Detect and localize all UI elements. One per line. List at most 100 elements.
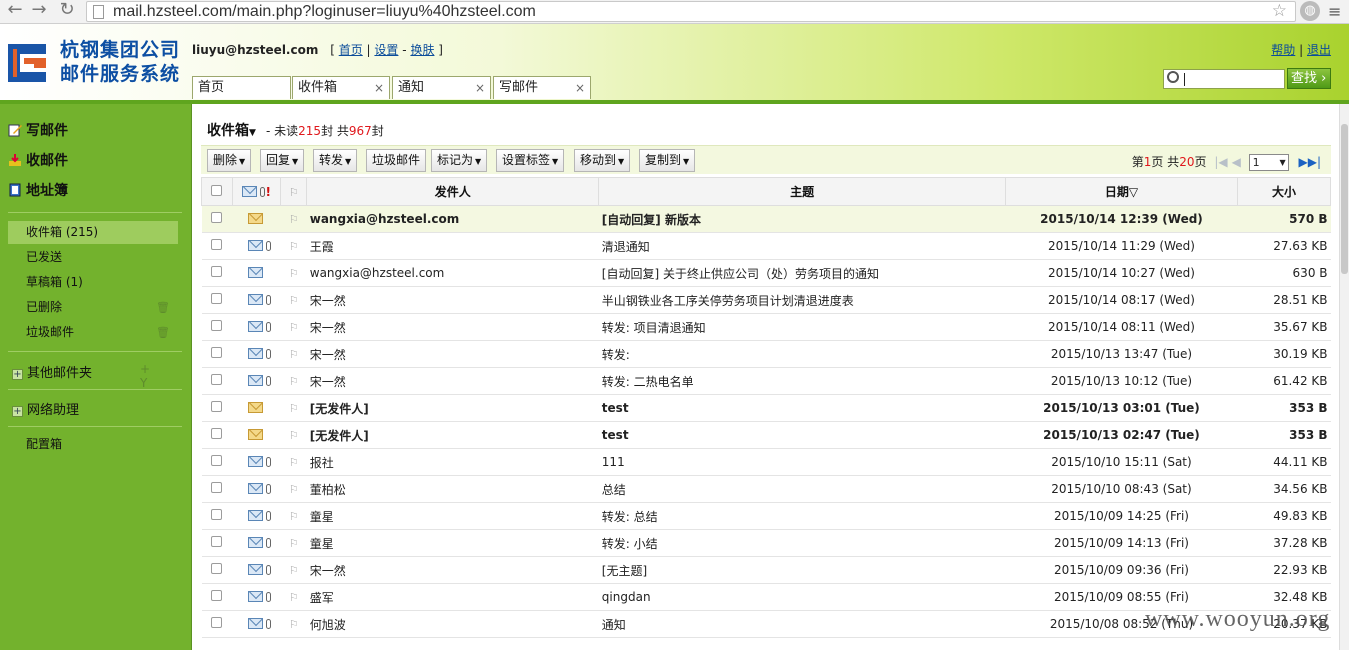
tab-notice[interactable]: 通知 × [392, 76, 491, 99]
row-subject[interactable]: 总结 [598, 475, 1006, 503]
status-header[interactable]: ! [231, 177, 282, 206]
move-to-button[interactable]: 移动到 ▼ [574, 149, 631, 172]
sender-header[interactable]: 发件人 [306, 177, 600, 206]
mail-row[interactable]: ⚐ 宋一然 转发: 2015/10/13 13:47 (Tue) 30.19 KB [201, 340, 1331, 368]
flag-icon[interactable]: ⚐ [289, 375, 299, 388]
set-tag-button[interactable]: 设置标签 ▼ [496, 149, 565, 172]
help-link[interactable]: 帮助 [1271, 43, 1295, 57]
mark-as-button[interactable]: 标记为 ▼ [431, 149, 488, 172]
menu-icon[interactable]: ≡ [1328, 2, 1341, 21]
compose-link[interactable]: 写邮件 [8, 120, 68, 140]
row-checkbox[interactable] [211, 212, 223, 223]
row-subject[interactable]: 通知 [598, 610, 1006, 638]
row-checkbox[interactable] [211, 293, 223, 304]
reload-icon[interactable]: ↻ [56, 0, 78, 22]
row-sender[interactable]: 宋一然 [306, 286, 599, 314]
row-sender[interactable]: wangxia@hzsteel.com [306, 259, 599, 287]
flag-icon[interactable]: ⚐ [289, 321, 299, 334]
row-sender[interactable]: 王霞 [306, 232, 599, 260]
settings-link[interactable]: 设置 [374, 43, 398, 57]
bookmark-star-icon[interactable]: ☆ [1272, 1, 1287, 21]
row-subject[interactable]: 111 [598, 448, 1006, 476]
row-sender[interactable]: wangxia@hzsteel.com [306, 205, 599, 233]
row-checkbox[interactable] [211, 509, 223, 520]
row-checkbox[interactable] [211, 482, 223, 493]
folder-drafts[interactable]: 草稿箱 (1) [8, 271, 178, 294]
subject-header[interactable]: 主题 [598, 177, 1006, 206]
row-subject[interactable]: test [598, 394, 1006, 422]
flag-icon[interactable]: ⚐ [289, 267, 299, 280]
address-bar[interactable]: mail.hzsteel.com/main.php?loginuser=liuy… [86, 1, 1296, 22]
back-icon[interactable]: ← [4, 0, 26, 22]
row-subject[interactable]: 转发: 总结 [598, 502, 1006, 530]
flag-icon[interactable]: ⚐ [289, 213, 299, 226]
flag-icon[interactable]: ⚐ [289, 510, 299, 523]
row-subject[interactable]: 半山钢铁业各工序关停劳务项目计划清退进度表 [598, 286, 1006, 314]
row-subject[interactable]: 转发: 项目清退通知 [598, 313, 1006, 341]
row-subject[interactable]: 转发: [598, 340, 1006, 368]
row-checkbox[interactable] [211, 266, 223, 277]
folder-junk[interactable]: 垃圾邮件 🗑 [8, 321, 178, 344]
expand-icon[interactable]: + [12, 406, 23, 417]
scrollbar[interactable] [1339, 104, 1349, 650]
row-subject[interactable]: test [598, 421, 1006, 449]
row-checkbox[interactable] [211, 347, 223, 358]
tab-home[interactable]: 首页 [192, 76, 291, 99]
trash-icon[interactable]: 🗑 [156, 296, 170, 319]
mail-row[interactable]: ⚐ wangxia@hzsteel.com [自动回复] 关于终止供应公司（处）劳务… [201, 259, 1331, 287]
mail-row[interactable]: ⚐ wangxia@hzsteel.com [自动回复] 新版本 2015/10/14… [201, 205, 1331, 233]
forward-icon[interactable]: → [28, 0, 50, 22]
row-subject[interactable]: 转发: 小结 [598, 529, 1006, 557]
row-checkbox[interactable] [211, 455, 223, 466]
folder-inbox[interactable]: 收件箱 (215) [8, 221, 178, 244]
folder-title[interactable]: 收件箱▼ [207, 120, 256, 140]
row-sender[interactable]: 宋一然 [306, 340, 599, 368]
copy-to-button[interactable]: 复制到 ▼ [639, 149, 696, 172]
close-icon[interactable]: × [374, 77, 384, 99]
scrollbar-thumb[interactable] [1341, 124, 1348, 274]
trash-icon[interactable]: 🗑 [156, 321, 170, 344]
close-icon[interactable]: × [475, 77, 485, 99]
expand-icon[interactable]: + [12, 369, 23, 380]
flag-icon[interactable]: ⚐ [289, 456, 299, 469]
row-checkbox[interactable] [211, 320, 223, 331]
row-sender[interactable]: [无发件人] [306, 421, 599, 449]
row-subject[interactable]: [自动回复] 关于终止供应公司（处）劳务项目的通知 [598, 259, 1006, 287]
row-sender[interactable]: 何旭波 [306, 610, 599, 638]
folder-deleted[interactable]: 已删除 🗑 [8, 296, 178, 319]
search-input[interactable] [1163, 69, 1285, 89]
close-icon[interactable]: × [575, 77, 585, 99]
home-link[interactable]: 首页 [339, 43, 363, 57]
row-sender[interactable]: 童星 [306, 529, 599, 557]
flag-icon[interactable]: ⚐ [289, 294, 299, 307]
flag-icon[interactable]: ⚐ [289, 618, 299, 631]
row-sender[interactable]: 童星 [306, 502, 599, 530]
flag-icon[interactable]: ⚐ [289, 429, 299, 442]
tab-inbox[interactable]: 收件箱 × [292, 76, 390, 99]
row-checkbox[interactable] [211, 374, 223, 385]
reply-button[interactable]: 回复 ▼ [260, 149, 305, 172]
row-checkbox[interactable] [211, 590, 223, 601]
row-sender[interactable]: 宋一然 [306, 367, 599, 395]
flag-icon[interactable]: ⚐ [289, 483, 299, 496]
mail-row[interactable]: ⚐ 宋一然 [无主题] 2015/10/09 09:36 (Fri) 22.93 KB [201, 556, 1331, 584]
row-sender[interactable]: 宋一然 [306, 313, 599, 341]
row-subject[interactable]: qingdan [598, 583, 1006, 611]
mail-row[interactable]: ⚐ 宋一然 半山钢铁业各工序关停劳务项目计划清退进度表 2015/10/14 08:1… [201, 286, 1331, 314]
last-page-icon[interactable]: ▶| [1308, 155, 1321, 169]
skin-link[interactable]: 换肤 [410, 43, 434, 57]
row-subject[interactable]: 转发: 二热电名单 [598, 367, 1006, 395]
flag-icon[interactable]: ⚐ [289, 240, 299, 253]
row-subject[interactable]: 清退通知 [598, 232, 1006, 260]
forward-button[interactable]: 转发 ▼ [313, 149, 358, 172]
logout-link[interactable]: 退出 [1307, 43, 1331, 57]
mail-row[interactable]: ⚐ 童星 转发: 小结 2015/10/09 14:13 (Fri) 37.28 KB [201, 529, 1331, 557]
mail-row[interactable]: ⚐ 王霞 清退通知 2015/10/14 11:29 (Wed) 27.63 KB [201, 232, 1331, 260]
row-sender[interactable]: [无发件人] [306, 394, 599, 422]
first-page-icon[interactable]: |◀ [1214, 155, 1227, 169]
mail-row[interactable]: ⚐ 报社 111 2015/10/10 15:11 (Sat) 44.11 KB [201, 448, 1331, 476]
select-all-checkbox[interactable] [211, 184, 223, 196]
row-sender[interactable]: 报社 [306, 448, 599, 476]
flag-icon[interactable]: ⚐ [289, 402, 299, 415]
flag-header[interactable]: ⚐ [280, 177, 308, 206]
